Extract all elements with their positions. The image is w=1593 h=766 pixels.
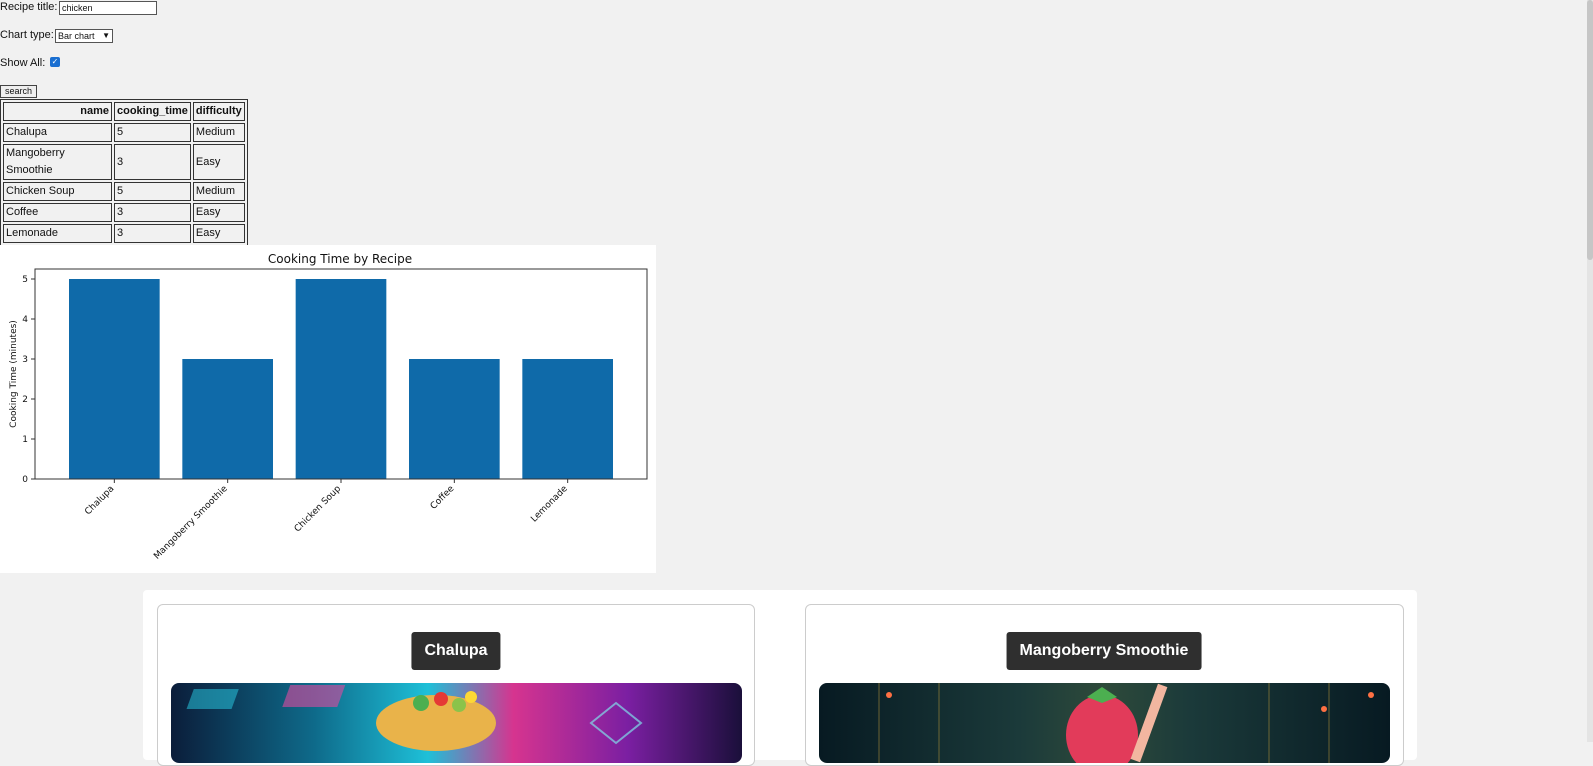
y-tick-label: 1 (22, 435, 28, 445)
show-all-label: Show All: (0, 57, 46, 69)
bar (522, 359, 613, 479)
cell-cooking-time: 5 (114, 123, 191, 142)
column-header-difficulty: difficulty (192, 102, 245, 121)
cell-cooking-time: 3 (114, 203, 191, 222)
table-row: Mangoberry Smoothie 3 Easy (3, 144, 245, 180)
cell-difficulty: Easy (192, 224, 245, 243)
checkmark-icon: ✓ (51, 57, 59, 66)
cell-difficulty: Medium (192, 123, 245, 142)
recipes-table: name cooking_time difficulty Chalupa 5 M… (0, 99, 248, 246)
y-tick-label: 2 (22, 395, 28, 405)
cooking-time-chart: Cooking Time by Recipe Cooking Time (min… (0, 245, 656, 573)
recipe-card-title: Chalupa (411, 632, 501, 670)
table-row: Chalupa 5 Medium (3, 123, 245, 142)
chart-title: Cooking Time by Recipe (268, 252, 412, 266)
cell-name: Mangoberry Smoothie (3, 144, 112, 180)
cell-cooking-time: 5 (114, 182, 191, 201)
recipe-illustration (171, 683, 742, 763)
cell-name: Chicken Soup (3, 182, 112, 201)
cell-cooking-time: 3 (114, 144, 191, 180)
bar (409, 359, 500, 479)
page-scrollbar[interactable] (1587, 0, 1593, 742)
x-tick-label: Coffee (429, 484, 457, 512)
recipe-card-title: Mangoberry Smoothie (1006, 632, 1202, 670)
cell-difficulty: Medium (192, 182, 245, 201)
y-axis-label: Cooking Time (minutes) (9, 320, 19, 428)
y-tick-label: 5 (22, 275, 28, 285)
x-tick-label: Mangoberry Smoothie (152, 484, 230, 562)
recipe-title-input[interactable]: chicken (59, 1, 157, 15)
x-tick-label: Chalupa (83, 484, 116, 517)
show-all-checkbox[interactable]: ✓ (50, 57, 60, 67)
cell-name: Coffee (3, 203, 112, 222)
table-row: Lemonade 3 Easy (3, 224, 245, 243)
bar-chart-svg: Cooking Time by Recipe Cooking Time (min… (9, 252, 648, 562)
cell-name: Chalupa (3, 123, 112, 142)
x-tick-label: Lemonade (529, 484, 570, 525)
cell-cooking-time: 3 (114, 224, 191, 243)
bar (69, 279, 160, 479)
scrollbar-thumb[interactable] (1587, 0, 1593, 260)
y-tick-label: 0 (22, 475, 28, 485)
bar (295, 279, 387, 479)
column-header-cooking-time: cooking_time (114, 102, 191, 121)
bar (182, 359, 273, 479)
x-tick-label: Chicken Soup (293, 484, 343, 534)
cell-difficulty: Easy (192, 203, 245, 222)
y-tick-label: 4 (22, 315, 28, 325)
recipe-image-chalupa (171, 683, 742, 763)
chart-type-label: Chart type: (0, 29, 54, 41)
recipe-image-mangoberry-smoothie (819, 683, 1390, 763)
recipe-illustration (819, 683, 1390, 763)
search-button[interactable]: search (0, 85, 38, 98)
cell-name: Lemonade (3, 224, 112, 243)
table-header-row: name cooking_time difficulty (3, 102, 245, 121)
chevron-down-icon: ▼ (102, 31, 110, 40)
table-row: Coffee 3 Easy (3, 203, 245, 222)
cell-difficulty: Easy (192, 144, 245, 180)
column-header-name: name (3, 102, 112, 121)
y-tick-label: 3 (22, 355, 28, 365)
chart-type-select[interactable]: Bar chart ▼ (55, 29, 113, 43)
chart-type-value: Bar chart (58, 31, 95, 41)
recipe-title-label: Recipe title: (0, 1, 58, 13)
table-row: Chicken Soup 5 Medium (3, 182, 245, 201)
recipe-cards-panel: Chalupa Mangoberry Smoothie (143, 590, 1417, 766)
